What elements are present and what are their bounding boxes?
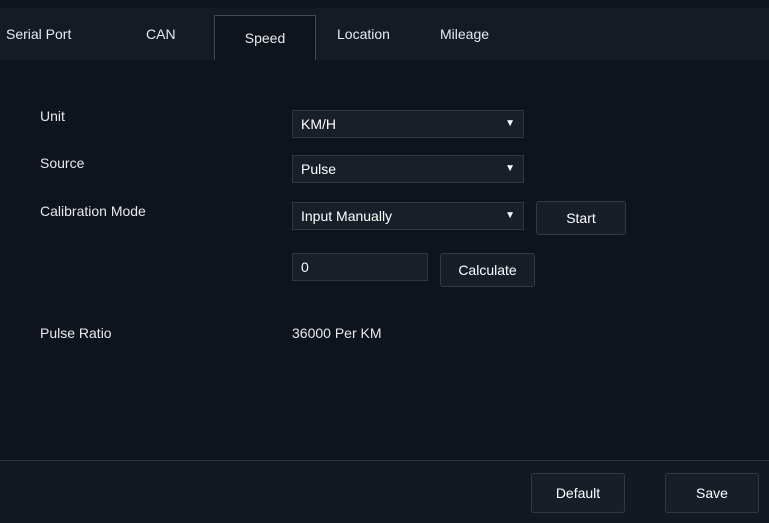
manual-input-field[interactable]: 0 bbox=[292, 253, 428, 281]
default-button[interactable]: Default bbox=[531, 473, 625, 513]
calibration-mode-label: Calibration Mode bbox=[40, 203, 146, 219]
source-select-value: Pulse bbox=[301, 161, 337, 177]
calibration-mode-select-value: Input Manually bbox=[301, 208, 393, 224]
caret-down-icon: ▼ bbox=[505, 163, 515, 174]
tab-can[interactable]: CAN bbox=[146, 8, 186, 60]
calibration-mode-select[interactable]: Input Manually ▼ bbox=[292, 202, 524, 230]
unit-label: Unit bbox=[40, 108, 65, 124]
caret-down-icon: ▼ bbox=[505, 118, 515, 129]
calculate-button[interactable]: Calculate bbox=[440, 253, 535, 287]
tab-bar: Serial Port CAN Speed Location Mileage bbox=[0, 8, 769, 67]
source-select[interactable]: Pulse ▼ bbox=[292, 155, 524, 183]
pulse-ratio-value: 36000 Per KM bbox=[292, 325, 382, 341]
source-label: Source bbox=[40, 155, 85, 171]
tab-mileage[interactable]: Mileage bbox=[440, 8, 500, 60]
tab-serial-port[interactable]: Serial Port bbox=[6, 8, 86, 60]
unit-select-value: KM/H bbox=[301, 116, 336, 132]
tab-location[interactable]: Location bbox=[337, 8, 407, 60]
unit-select[interactable]: KM/H ▼ bbox=[292, 110, 524, 138]
speed-settings-panel: Unit KM/H ▼ Source Pulse ▼ Calibration M… bbox=[0, 60, 769, 460]
start-button[interactable]: Start bbox=[536, 201, 626, 235]
save-button[interactable]: Save bbox=[665, 473, 759, 513]
pulse-ratio-label: Pulse Ratio bbox=[40, 325, 112, 341]
footer-bar: Default Save bbox=[0, 461, 769, 523]
caret-down-icon: ▼ bbox=[505, 210, 515, 221]
